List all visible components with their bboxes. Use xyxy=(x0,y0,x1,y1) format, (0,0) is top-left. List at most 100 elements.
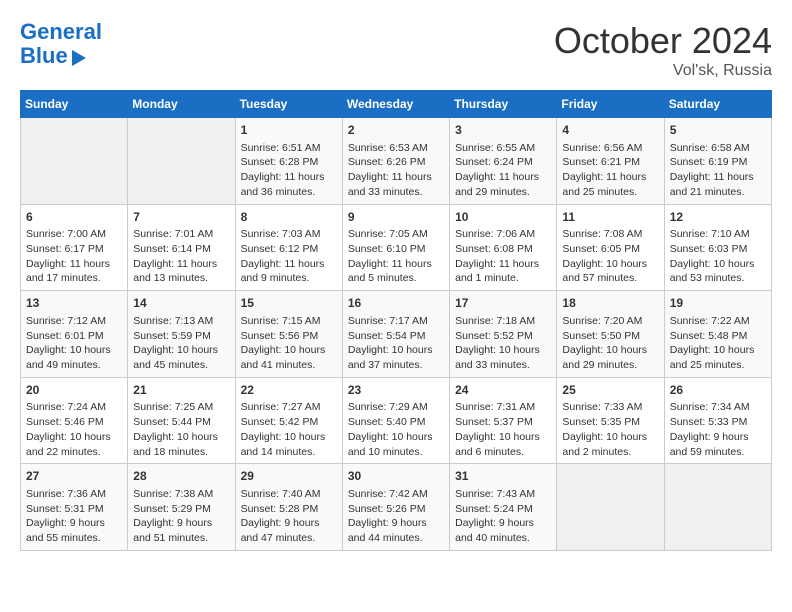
day-info-line: Sunrise: 7:25 AM xyxy=(133,400,229,415)
day-info-line: Sunset: 5:42 PM xyxy=(241,415,337,430)
calendar-cell: 25Sunrise: 7:33 AMSunset: 5:35 PMDayligh… xyxy=(557,377,664,464)
logo-general: General xyxy=(20,19,102,44)
day-info-line: Sunset: 6:05 PM xyxy=(562,242,658,257)
day-number: 2 xyxy=(348,122,444,139)
calendar-cell: 27Sunrise: 7:36 AMSunset: 5:31 PMDayligh… xyxy=(21,464,128,551)
day-info-line: Sunset: 5:44 PM xyxy=(133,415,229,430)
calendar-cell: 3 Sunrise: 6:55 AMSunset: 6:24 PMDaylight… xyxy=(450,118,557,205)
day-number: 9 xyxy=(348,209,444,226)
day-info-line: Sunrise: 6:55 AM xyxy=(455,141,551,156)
logo-arrow-icon xyxy=(72,50,86,66)
location-subtitle: Vol'sk, Russia xyxy=(554,62,772,80)
weekday-header-saturday: Saturday xyxy=(664,91,771,118)
day-info-line: Sunset: 6:21 PM xyxy=(562,155,658,170)
day-info-line: Sunrise: 7:12 AM xyxy=(26,314,122,329)
weekday-header-sunday: Sunday xyxy=(21,91,128,118)
month-title: October 2024 xyxy=(554,20,772,62)
day-info-line: Sunrise: 7:18 AM xyxy=(455,314,551,329)
day-info-line: Sunrise: 7:33 AM xyxy=(562,400,658,415)
day-info-line: Sunset: 6:26 PM xyxy=(348,155,444,170)
day-info-line: Sunset: 6:01 PM xyxy=(26,329,122,344)
day-info-line: Sunset: 5:50 PM xyxy=(562,329,658,344)
day-info-line: Sunset: 5:29 PM xyxy=(133,502,229,517)
calendar-week-row: 13Sunrise: 7:12 AMSunset: 6:01 PMDayligh… xyxy=(21,291,772,378)
day-number: 1 xyxy=(241,122,337,139)
day-number: 11 xyxy=(562,209,658,226)
calendar-cell xyxy=(128,118,235,205)
calendar-week-row: 1 Sunrise: 6:51 AMSunset: 6:28 PM Daylight… xyxy=(21,118,772,205)
day-info-line: Sunrise: 7:36 AM xyxy=(26,487,122,502)
day-number: 18 xyxy=(562,295,658,312)
day-number: 17 xyxy=(455,295,551,312)
day-info-line: Sunrise: 7:15 AM xyxy=(241,314,337,329)
day-number: 25 xyxy=(562,382,658,399)
calendar-cell xyxy=(664,464,771,551)
day-info-line: Sunset: 6:24 PM xyxy=(455,155,551,170)
day-info-line: Sunset: 6:10 PM xyxy=(348,242,444,257)
day-info-line: Sunset: 5:46 PM xyxy=(26,415,122,430)
calendar-cell: 18Sunrise: 7:20 AMSunset: 5:50 PMDayligh… xyxy=(557,291,664,378)
calendar-cell: 22Sunrise: 7:27 AMSunset: 5:42 PMDayligh… xyxy=(235,377,342,464)
day-info-line: Daylight: 10 hours and 18 minutes. xyxy=(133,430,229,459)
day-info-line: Sunrise: 7:01 AM xyxy=(133,227,229,242)
day-info-line: Sunrise: 7:08 AM xyxy=(562,227,658,242)
day-number: 8 xyxy=(241,209,337,226)
day-info-line: Sunset: 6:19 PM xyxy=(670,155,766,170)
day-info-line: Sunrise: 7:06 AM xyxy=(455,227,551,242)
calendar-cell: 30Sunrise: 7:42 AMSunset: 5:26 PMDayligh… xyxy=(342,464,449,551)
day-number: 26 xyxy=(670,382,766,399)
day-info-line: Sunrise: 7:22 AM xyxy=(670,314,766,329)
day-info-line: Daylight: 9 hours and 51 minutes. xyxy=(133,516,229,545)
day-info-line: Sunrise: 7:43 AM xyxy=(455,487,551,502)
day-info-line: Sunrise: 6:51 AM xyxy=(241,141,337,156)
day-info-line: Sunrise: 7:42 AM xyxy=(348,487,444,502)
day-info-line: Daylight: 10 hours and 57 minutes. xyxy=(562,257,658,286)
day-number: 15 xyxy=(241,295,337,312)
calendar-cell: 8Sunrise: 7:03 AMSunset: 6:12 PMDaylight… xyxy=(235,204,342,291)
calendar-cell: 16Sunrise: 7:17 AMSunset: 5:54 PMDayligh… xyxy=(342,291,449,378)
day-info-line: Daylight: 11 hours and 1 minute. xyxy=(455,257,551,286)
day-info-line: Daylight: 10 hours and 14 minutes. xyxy=(241,430,337,459)
day-info-line: Sunset: 5:40 PM xyxy=(348,415,444,430)
day-info-line: Daylight: 11 hours and 29 minutes. xyxy=(455,170,551,199)
day-number: 31 xyxy=(455,468,551,485)
day-info-line: Daylight: 11 hours and 25 minutes. xyxy=(562,170,658,199)
calendar-cell: 21Sunrise: 7:25 AMSunset: 5:44 PMDayligh… xyxy=(128,377,235,464)
calendar-week-row: 20Sunrise: 7:24 AMSunset: 5:46 PMDayligh… xyxy=(21,377,772,464)
day-number: 23 xyxy=(348,382,444,399)
weekday-header-friday: Friday xyxy=(557,91,664,118)
day-info-line: Daylight: 9 hours and 55 minutes. xyxy=(26,516,122,545)
weekday-header-row: SundayMondayTuesdayWednesdayThursdayFrid… xyxy=(21,91,772,118)
day-info-line: Daylight: 10 hours and 45 minutes. xyxy=(133,343,229,372)
day-info-line: Daylight: 10 hours and 37 minutes. xyxy=(348,343,444,372)
day-info-line: Sunset: 6:28 PM xyxy=(241,155,337,170)
day-info-line: Sunset: 5:37 PM xyxy=(455,415,551,430)
day-info-line: Daylight: 9 hours and 59 minutes. xyxy=(670,430,766,459)
day-info-line: Sunrise: 6:58 AM xyxy=(670,141,766,156)
calendar-cell: 1Sunrise: 6:51 AMSunset: 6:28 PMDaylight… xyxy=(235,118,342,205)
day-number: 7 xyxy=(133,209,229,226)
calendar-cell xyxy=(557,464,664,551)
calendar-cell: 9Sunrise: 7:05 AMSunset: 6:10 PMDaylight… xyxy=(342,204,449,291)
day-info-line: Sunrise: 7:40 AM xyxy=(241,487,337,502)
day-info-line: Daylight: 9 hours and 47 minutes. xyxy=(241,516,337,545)
day-number: 12 xyxy=(670,209,766,226)
day-number: 27 xyxy=(26,468,122,485)
calendar-table: SundayMondayTuesdayWednesdayThursdayFrid… xyxy=(20,90,772,551)
day-info-line: Sunset: 6:12 PM xyxy=(241,242,337,257)
day-info-line: Sunset: 5:48 PM xyxy=(670,329,766,344)
day-info-line: Sunrise: 7:17 AM xyxy=(348,314,444,329)
day-info-line: Daylight: 11 hours and 21 minutes. xyxy=(670,170,766,199)
day-number: 3 xyxy=(455,122,551,139)
day-number: 6 xyxy=(26,209,122,226)
weekday-header-monday: Monday xyxy=(128,91,235,118)
calendar-cell: 29Sunrise: 7:40 AMSunset: 5:28 PMDayligh… xyxy=(235,464,342,551)
day-info-line: Sunrise: 7:20 AM xyxy=(562,314,658,329)
day-info-line: Sunrise: 7:29 AM xyxy=(348,400,444,415)
page-header: General Blue October 2024 Vol'sk, Russia xyxy=(20,20,772,80)
day-info-line: Sunset: 6:14 PM xyxy=(133,242,229,257)
day-info-line: Daylight: 11 hours and 13 minutes. xyxy=(133,257,229,286)
day-info-line: Daylight: 11 hours and 9 minutes. xyxy=(241,257,337,286)
day-number: 21 xyxy=(133,382,229,399)
day-number: 5 xyxy=(670,122,766,139)
